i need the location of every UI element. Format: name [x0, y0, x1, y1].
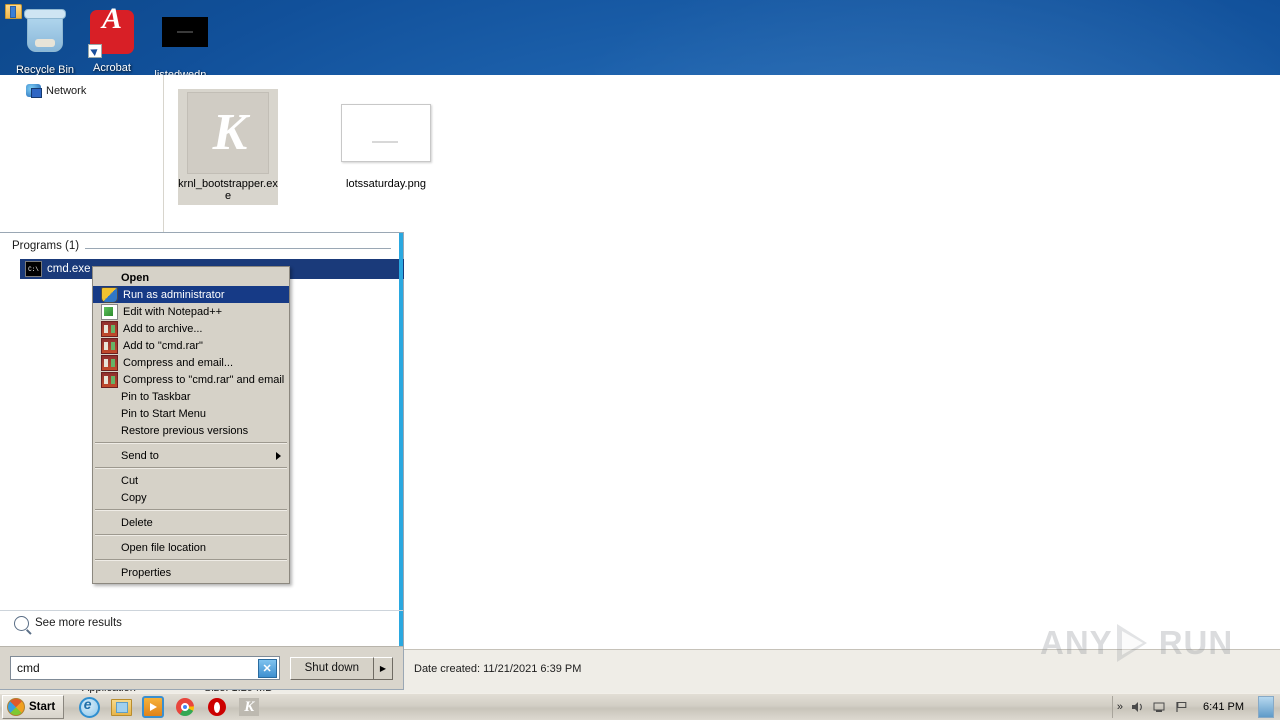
show-desktop-button[interactable] — [1258, 696, 1274, 718]
shield-icon — [101, 286, 118, 303]
nav-item-label: Network — [46, 84, 87, 97]
context-menu-item-label: Send to — [121, 449, 159, 462]
context-menu-item-edit-with-notepadpp[interactable]: Edit with Notepad++ — [93, 303, 289, 320]
acrobat-reader-icon — [88, 10, 136, 58]
context-menu-item-label: Edit with Notepad++ — [123, 305, 223, 318]
winrar-icon — [101, 337, 118, 354]
search-icon — [14, 615, 29, 631]
see-more-results-link[interactable]: See more results — [0, 610, 403, 635]
flag-icon[interactable] — [1175, 701, 1189, 713]
show-hidden-icons-button[interactable]: » — [1117, 701, 1123, 713]
context-menu-item-label: Add to archive... — [123, 322, 203, 335]
context-menu-item-compress-and-email[interactable]: Compress and email... — [93, 354, 289, 371]
context-menu-item-compress-to-cmd-rar-and-email[interactable]: Compress to "cmd.rar" and email — [93, 371, 289, 388]
context-menu-item-open-file-location[interactable]: Open file location — [93, 539, 289, 556]
volume-icon[interactable] — [1131, 701, 1145, 713]
shutdown-button[interactable]: Shut down — [289, 656, 374, 680]
context-menu-item-label: Copy — [121, 491, 147, 504]
context-menu-item-label: Properties — [121, 566, 172, 579]
taskbar-windows-explorer-icon[interactable] — [110, 696, 132, 718]
black-thumbnail-icon — [161, 17, 209, 65]
submenu-arrow-icon — [276, 451, 281, 460]
start-button[interactable]: Start — [2, 695, 65, 719]
file-item-krnl-bootstrapper[interactable]: K krnl_bootstrapper.exe — [178, 89, 278, 205]
start-menu-result-label: cmd.exe — [47, 263, 91, 275]
status-date-created-label: Date created: — [414, 663, 481, 675]
desktop-icon-listedwedn[interactable]: listedwedn... — [148, 8, 222, 81]
taskbar-windows-media-player-icon[interactable] — [142, 696, 165, 718]
context-menu-item-label: Pin to Start Menu — [121, 407, 206, 420]
start-search-value: cmd — [17, 661, 40, 675]
context-menu-separator — [95, 467, 287, 469]
start-menu-group-label: Programs (1) — [12, 240, 86, 252]
taskbar[interactable]: Start K » 6:41 PM — [0, 693, 1280, 720]
context-menu-item-pin-to-taskbar[interactable]: Pin to Taskbar — [93, 388, 289, 405]
cmd-icon: C:\ — [25, 261, 42, 277]
context-menu-separator — [95, 509, 287, 511]
context-menu-item-cut[interactable]: Cut — [93, 472, 289, 489]
context-menu[interactable]: Open Run as administrator Edit with Note… — [92, 266, 290, 584]
file-item-lotssaturday[interactable]: lotssaturday.png — [336, 89, 436, 205]
context-menu-item-copy[interactable]: Copy — [93, 489, 289, 506]
context-menu-item-open[interactable]: Open — [93, 269, 289, 286]
context-menu-item-label: Add to "cmd.rar" — [123, 339, 203, 352]
context-menu-item-pin-to-start-menu[interactable]: Pin to Start Menu — [93, 405, 289, 422]
start-menu-group-header: Programs (1) — [12, 240, 391, 254]
network-icon — [26, 84, 42, 98]
krnl-exe-icon: K — [178, 92, 278, 174]
recycle-bin-icon — [21, 9, 69, 60]
context-menu-item-delete[interactable]: Delete — [93, 514, 289, 531]
context-menu-item-label: Pin to Taskbar — [121, 390, 191, 403]
taskbar-krnl-icon[interactable]: K — [238, 696, 260, 718]
clock[interactable]: 6:41 PM — [1197, 701, 1250, 713]
file-name: lotssaturday.png — [346, 178, 426, 190]
context-menu-item-label: Open — [121, 271, 150, 284]
context-menu-item-send-to[interactable]: Send to — [93, 447, 289, 464]
start-search-input[interactable]: cmd ✕ — [10, 656, 280, 680]
shutdown-options-arrow-icon[interactable]: ▶ — [374, 656, 393, 680]
context-menu-item-label: Delete — [121, 516, 153, 529]
start-menu-bottom-bar: cmd ✕ Shut down ▶ — [0, 646, 403, 689]
status-date-created: Date created: 11/21/2021 6:39 PM — [414, 660, 581, 679]
context-menu-item-label: Compress and email... — [123, 356, 234, 369]
context-menu-item-label: Cut — [121, 474, 139, 487]
shutdown-control[interactable]: Shut down ▶ — [289, 656, 393, 680]
context-menu-item-restore-previous-versions[interactable]: Restore previous versions — [93, 422, 289, 439]
quick-launch-bar[interactable]: K — [78, 696, 260, 718]
start-button-label: Start — [29, 701, 56, 713]
png-thumbnail-icon — [336, 93, 436, 173]
context-menu-item-add-to-cmd-rar[interactable]: Add to "cmd.rar" — [93, 337, 289, 354]
winrar-icon — [101, 371, 118, 388]
notepadpp-icon — [101, 303, 118, 320]
context-menu-separator — [95, 559, 287, 561]
context-menu-item-label: Restore previous versions — [121, 424, 249, 437]
network-tray-icon[interactable] — [1153, 701, 1167, 713]
context-menu-item-properties[interactable]: Properties — [93, 564, 289, 581]
see-more-results-label: See more results — [35, 617, 122, 629]
context-menu-separator — [95, 442, 287, 444]
system-tray[interactable]: » 6:41 PM — [1111, 696, 1280, 718]
folder-icon — [5, 4, 22, 19]
taskbar-opera-icon[interactable] — [206, 696, 228, 718]
context-menu-item-label: Compress to "cmd.rar" and email — [123, 373, 285, 386]
taskbar-internet-explorer-icon[interactable] — [78, 696, 100, 718]
winrar-icon — [101, 320, 118, 337]
context-menu-item-label: Run as administrator — [123, 288, 225, 301]
winrar-icon — [101, 354, 118, 371]
taskbar-chrome-icon[interactable] — [174, 696, 196, 718]
windows-orb-icon — [7, 698, 25, 716]
status-date-created-value: 11/21/2021 6:39 PM — [483, 663, 582, 675]
context-menu-item-label: Open file location — [121, 541, 206, 554]
nav-item-network[interactable]: Network — [0, 82, 163, 99]
context-menu-item-run-as-administrator[interactable]: Run as administrator — [93, 286, 289, 303]
file-name: krnl_bootstrapper.exe — [178, 178, 278, 202]
context-menu-item-add-to-archive[interactable]: Add to archive... — [93, 320, 289, 337]
context-menu-separator — [95, 534, 287, 536]
clear-icon[interactable]: ✕ — [257, 658, 277, 678]
